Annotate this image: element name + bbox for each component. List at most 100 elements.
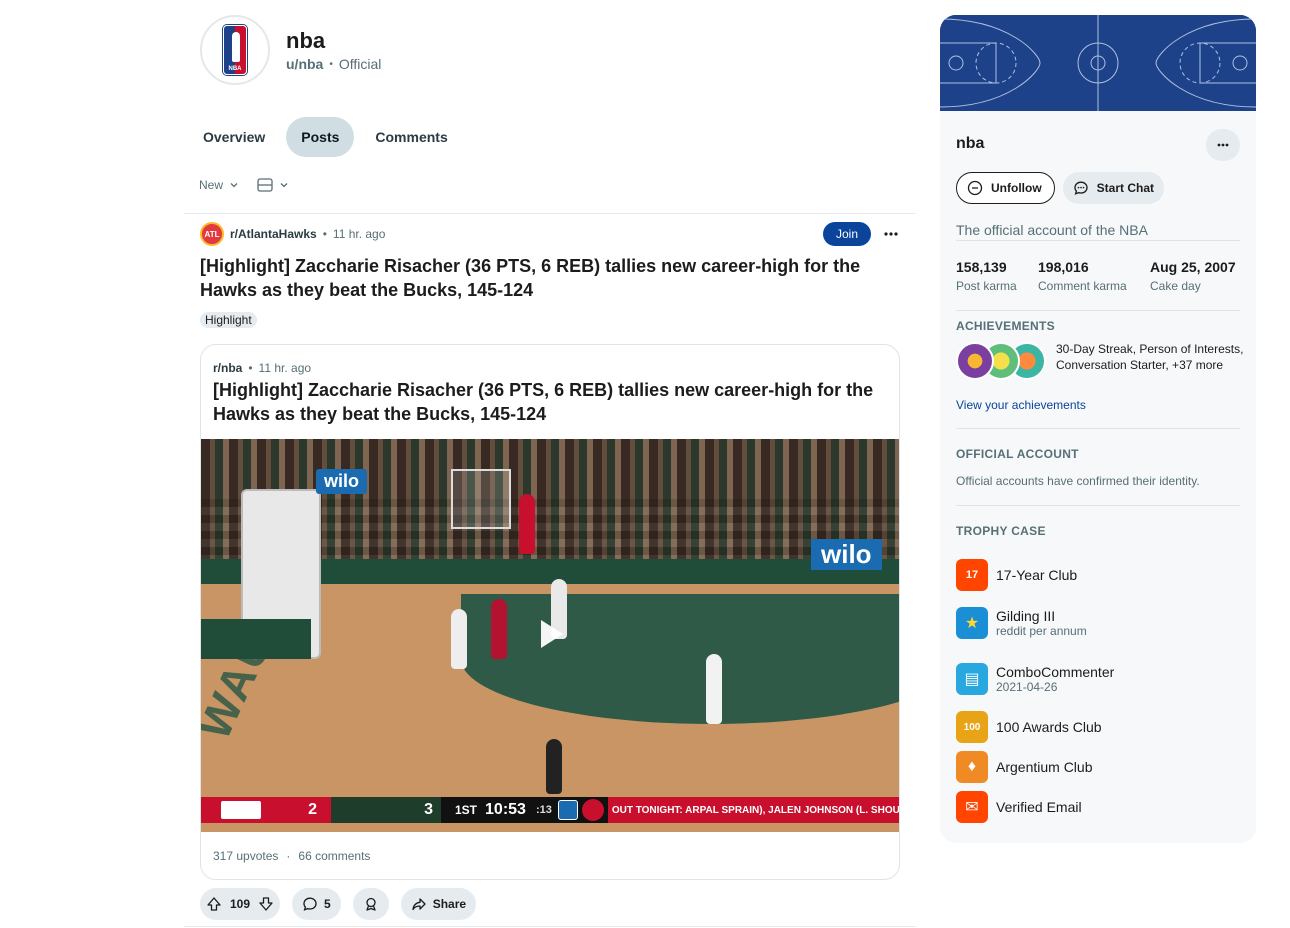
post-overflow-button[interactable]: [879, 222, 903, 246]
video-player-figure: [706, 654, 722, 724]
stat-comment-karma: 198,016 Comment karma: [1038, 259, 1150, 293]
start-chat-button[interactable]: Start Chat: [1062, 172, 1164, 204]
post-flair[interactable]: Highlight: [200, 312, 257, 328]
stat-value: 158,139: [956, 259, 1007, 275]
trophy-name: 100 Awards Club: [996, 719, 1102, 735]
subreddit-link[interactable]: r/AtlantaHawks: [230, 227, 317, 241]
chevron-down-icon: [230, 183, 238, 188]
combo-commenter-icon: ▤: [956, 663, 988, 695]
vote-control: 109: [200, 888, 281, 920]
trophy-name: Verified Email: [996, 799, 1082, 815]
achievement-icons[interactable]: [956, 342, 1046, 382]
separator-dot: •: [248, 361, 253, 375]
share-button[interactable]: Share: [400, 888, 477, 920]
profile-name: nba: [286, 28, 326, 53]
separator-dot: •: [322, 227, 327, 241]
comments-button[interactable]: 5: [292, 888, 341, 920]
unfollow-label: Unfollow: [991, 181, 1042, 195]
sidebar-divider: [956, 310, 1240, 311]
video-scorebug: 2 3 1ST 10:53 :13 OUT TONIGHT: ARPAL SPR…: [201, 797, 899, 823]
scorebug-period: 1ST: [455, 803, 478, 817]
upvote-icon[interactable]: [206, 896, 222, 912]
nba-logo-text: NBA: [228, 66, 242, 72]
award-icon: [366, 897, 376, 911]
scorebug-team1-score: 2: [308, 801, 317, 818]
video-player-figure: [451, 609, 467, 669]
sort-dropdown[interactable]: New: [199, 178, 239, 192]
hawks-ticker-logo: [581, 799, 604, 821]
hawks-logo: [221, 801, 261, 819]
trophy-item: ✉ Verified Email: [956, 791, 1082, 823]
nba-logo: NBA: [223, 25, 247, 75]
sidebar-divider: [956, 505, 1240, 506]
official-account-title: OFFICIAL ACCOUNT: [956, 447, 1079, 461]
scorebug-team1: 2: [201, 797, 331, 823]
karma-stats: 158,139 Post karma 198,016 Comment karma…: [956, 259, 1236, 293]
crosspost-footer: 317 upvotes · 66 comments: [213, 849, 370, 863]
view-layout-dropdown[interactable]: [257, 178, 289, 192]
official-badge: Official: [338, 56, 382, 72]
feed-divider: [184, 213, 916, 214]
achievements-title: ACHIEVEMENTS: [956, 319, 1055, 333]
subreddit-icon[interactable]: ATL: [200, 222, 224, 246]
crosspost-subreddit-link[interactable]: r/nba: [213, 361, 242, 375]
comment-icon: [303, 897, 317, 911]
more-horizontal-icon: [1217, 143, 1229, 147]
court-banner-art: [940, 15, 1256, 111]
scorebug-ticker: OUT TONIGHT: ARPAL SPRAIN), JALEN JOHNSO…: [607, 797, 899, 823]
post-time: 11 hr. ago: [332, 227, 386, 241]
tab-overview[interactable]: Overview: [188, 117, 280, 157]
official-account-desc: Official accounts have confirmed their i…: [956, 474, 1200, 488]
video-ad-sign: wilo: [316, 469, 367, 494]
chat-icon: [1074, 181, 1088, 195]
stat-label: Cake day: [1150, 279, 1201, 293]
card-layout-icon: [257, 178, 273, 192]
sidebar-profile-name: nba: [956, 135, 985, 152]
play-button[interactable]: [531, 614, 571, 654]
trophy-subtitle: 2021-04-26: [996, 680, 1058, 694]
trophy-name: Gilding III: [996, 608, 1056, 624]
stat-label: Post karma: [956, 279, 1017, 293]
trophy-item: 17 17-Year Club: [956, 559, 1077, 591]
profile-banner: [940, 15, 1256, 111]
share-label: Share: [432, 897, 467, 911]
tab-comments[interactable]: Comments: [360, 117, 462, 157]
view-achievements-link[interactable]: View your achievements: [956, 398, 1086, 412]
argentium-club-icon: ♦: [956, 751, 988, 783]
trophy-name: ComboCommenter: [996, 664, 1115, 680]
seventeen-year-club-icon: 17: [956, 559, 988, 591]
share-icon: [412, 898, 426, 911]
downvote-icon[interactable]: [258, 896, 274, 912]
crosspost-meta: r/nba • 11 hr. ago: [213, 361, 311, 375]
post-action-bar: 109 5 Share: [200, 888, 477, 920]
scorebug-team2: 3: [331, 797, 441, 823]
play-icon: [541, 620, 563, 648]
profile-description: The official account of the NBA: [956, 222, 1148, 238]
scorebug-shot-clock: :13: [535, 804, 552, 816]
profile-subtitle: u/nba • Official: [286, 56, 381, 72]
video-player-figure: [519, 494, 535, 554]
join-button[interactable]: Join: [823, 222, 871, 246]
stat-cake-day: Aug 25, 2007 Cake day: [1150, 259, 1236, 293]
stat-value: 198,016: [1038, 259, 1089, 275]
crosspost-card[interactable]: r/nba • 11 hr. ago [Highlight] Zaccharie…: [200, 344, 900, 880]
sort-label: New: [199, 178, 224, 192]
profile-username: u/nba: [286, 56, 324, 72]
stat-label: Comment karma: [1038, 279, 1127, 293]
video-player[interactable]: WAUKEE wilo wilo 2 3 1ST 10:53 :13: [201, 439, 899, 832]
scorebug-team2-score: 3: [424, 801, 433, 818]
gilding-icon: ★: [956, 607, 988, 639]
post-title[interactable]: [Highlight] Zaccharie Risacher (36 PTS, …: [200, 254, 880, 302]
trophy-item: ▤ ComboCommenter 2021-04-26: [956, 663, 1114, 695]
award-button[interactable]: [352, 888, 389, 920]
crosspost-comments-link[interactable]: 66 comments: [298, 849, 370, 863]
sidebar-more-button[interactable]: [1206, 129, 1240, 161]
crosspost-title[interactable]: [Highlight] Zaccharie Risacher (36 PTS, …: [213, 378, 883, 426]
trophy-item: 100 100 Awards Club: [956, 711, 1102, 743]
unfollow-button[interactable]: Unfollow: [956, 172, 1055, 204]
trophy-item: ★ Gilding III reddit per annum: [956, 607, 1087, 639]
trophy-item: ♦ Argentium Club: [956, 751, 1093, 783]
separator-dot: •: [329, 58, 333, 70]
chevron-down-icon: [280, 183, 288, 188]
tab-posts[interactable]: Posts: [286, 117, 355, 157]
